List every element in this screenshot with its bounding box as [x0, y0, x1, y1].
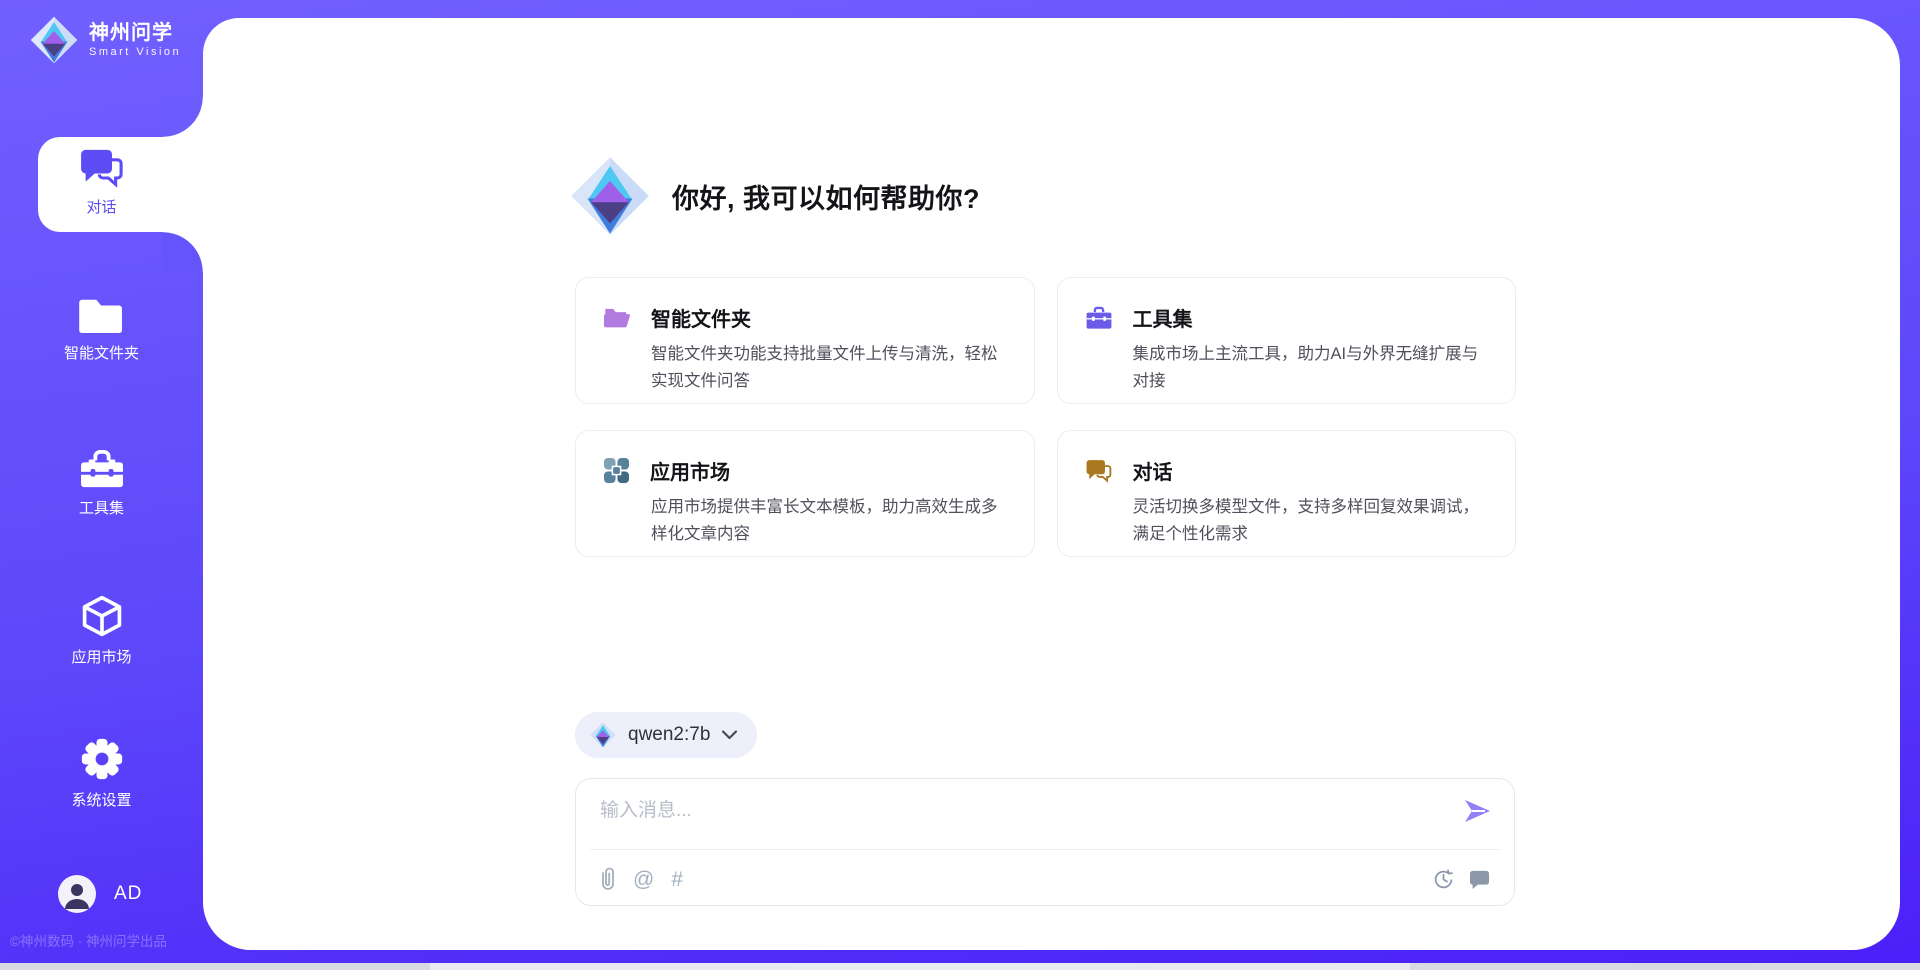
logo-diamond-icon — [30, 16, 78, 64]
cube-grid-icon — [604, 458, 629, 483]
card-title: 工具集 — [1133, 303, 1193, 332]
message-input[interactable] — [600, 795, 1440, 843]
sidebar-item-app-market[interactable]: 应用市场 — [0, 594, 203, 667]
greeting-title: 你好, 我可以如何帮助你? — [672, 177, 980, 216]
logo-diamond-icon — [570, 156, 650, 236]
chat-icon — [1086, 459, 1112, 483]
chat-icon — [80, 148, 124, 188]
toolbox-icon — [79, 449, 125, 489]
send-icon[interactable] — [1462, 796, 1492, 826]
card-smart-folder[interactable]: 智能文件夹 智能文件夹功能支持批量文件上传与清洗，轻松实现文件问答 — [575, 277, 1035, 404]
sidebar-item-label: 工具集 — [79, 497, 124, 518]
sidebar-item-chat[interactable]: 对话 — [0, 148, 203, 217]
brand-name: 神州问学 — [89, 22, 181, 44]
sidebar-item-settings[interactable]: 系统设置 — [0, 737, 203, 810]
card-title: 对话 — [1133, 456, 1173, 485]
model-name: qwen2:7b — [628, 724, 710, 746]
brand: 神州问学 Smart Vision — [30, 16, 181, 64]
card-description: 集成市场上主流工具，助力AI与外界无缝扩展与对接 — [1133, 341, 1488, 395]
logo-diamond-icon — [590, 722, 616, 748]
cube-icon — [80, 594, 124, 638]
copyright-text: ©神州数码 · 神州问学出品 — [10, 930, 205, 950]
user-initials: AD — [114, 883, 142, 905]
sidebar-item-toolset[interactable]: 工具集 — [0, 449, 203, 518]
sidebar: 神州问学 Smart Vision 对话 智能文件夹 — [0, 0, 203, 963]
sidebar-item-label: 智能文件夹 — [64, 342, 139, 363]
sidebar-item-label: 对话 — [86, 196, 116, 217]
app-window: 神州问学 Smart Vision 对话 智能文件夹 — [0, 0, 1920, 970]
card-toolset[interactable]: 工具集 集成市场上主流工具，助力AI与外界无缝扩展与对接 — [1057, 277, 1517, 404]
card-chat[interactable]: 对话 灵活切换多模型文件，支持多样回复效果调试，满足个性化需求 — [1057, 430, 1517, 557]
tab-fillet-top — [163, 97, 203, 137]
greeting: 你好, 我可以如何帮助你? — [570, 156, 980, 236]
message-composer: @ # — [575, 778, 1515, 906]
tab-fillet-bottom — [163, 232, 203, 272]
card-title: 智能文件夹 — [651, 303, 751, 332]
sidebar-item-label: 应用市场 — [71, 646, 131, 667]
card-description: 应用市场提供丰富长文本模板，助力高效生成多样化文章内容 — [651, 494, 1006, 548]
card-description: 灵活切换多模型文件，支持多样回复效果调试，满足个性化需求 — [1133, 494, 1488, 548]
model-selector[interactable]: qwen2:7b — [575, 712, 757, 758]
feature-cards: 智能文件夹 智能文件夹功能支持批量文件上传与清洗，轻松实现文件问答 工具集 集成… — [575, 277, 1516, 557]
bottom-scrollbar[interactable] — [0, 963, 1920, 970]
history-icon[interactable] — [1433, 869, 1454, 890]
hash-icon[interactable]: # — [671, 869, 683, 890]
quick-phrase-icon[interactable] — [1469, 870, 1490, 889]
briefcase-icon — [1086, 306, 1112, 330]
composer-toolbar: @ # — [600, 863, 1490, 895]
folder-icon — [79, 296, 125, 334]
chevron-down-icon — [722, 730, 737, 740]
gear-icon — [80, 737, 124, 781]
attachment-icon[interactable] — [600, 867, 616, 891]
card-title: 应用市场 — [650, 456, 730, 485]
mention-icon[interactable]: @ — [633, 869, 654, 890]
avatar — [58, 875, 96, 913]
sidebar-item-label: 系统设置 — [71, 789, 131, 810]
card-description: 智能文件夹功能支持批量文件上传与清洗，轻松实现文件问答 — [651, 341, 1006, 395]
composer-divider — [590, 849, 1500, 850]
card-app-market[interactable]: 应用市场 应用市场提供丰富长文本模板，助力高效生成多样化文章内容 — [575, 430, 1035, 557]
sidebar-item-smart-folder[interactable]: 智能文件夹 — [0, 296, 203, 363]
folder-icon — [604, 307, 630, 329]
user-profile[interactable]: AD — [58, 875, 142, 913]
brand-tagline: Smart Vision — [89, 46, 181, 58]
